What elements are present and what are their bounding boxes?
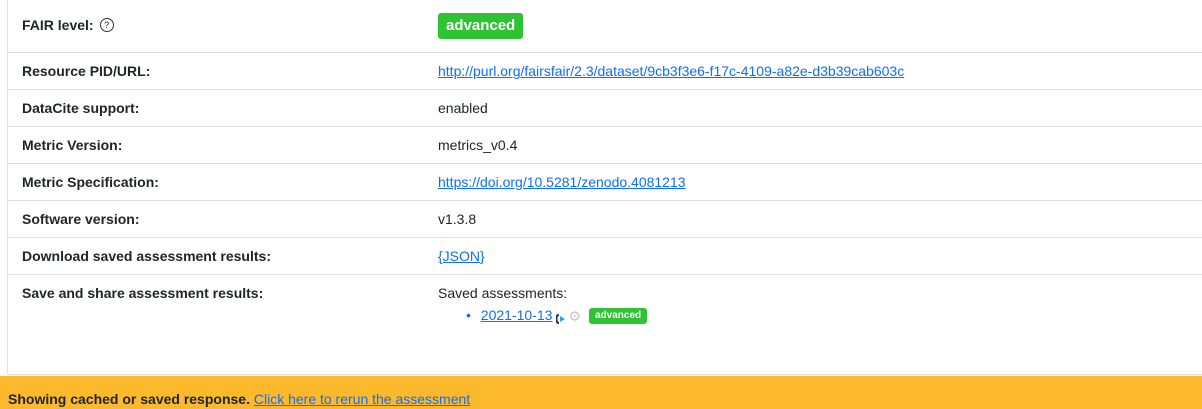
metric-version-label: Metric Version: (8, 126, 438, 164)
metric-spec-link[interactable]: https://doi.org/10.5281/zenodo.4081213 (438, 174, 686, 190)
metric-spec-label: Metric Specification: (8, 163, 438, 201)
datacite-value: enabled (438, 89, 1202, 127)
banner-text: Showing cached or saved response. (8, 391, 250, 407)
saved-assessments-list: 2021-10-13 ⚙ advanced (438, 305, 1202, 326)
table-row: Metric Specification: https://doi.org/10… (8, 163, 1202, 201)
json-download-link[interactable]: {JSON} (438, 248, 485, 264)
download-label: Download saved assessment results: (8, 237, 438, 275)
table-row: Metric Version: metrics_v0.4 (8, 126, 1202, 164)
fair-level-label: FAIR level: (22, 17, 94, 33)
pid-label: Resource PID/URL: (8, 52, 438, 90)
rerun-assessment-link[interactable]: Click here to rerun the assessment (254, 391, 470, 407)
list-item: 2021-10-13 ⚙ advanced (478, 305, 1202, 326)
software-version-label: Software version: (8, 200, 438, 238)
table-row: Download saved assessment results: {JSON… (8, 237, 1202, 275)
metric-version-value: metrics_v0.4 (438, 126, 1202, 164)
fair-level-badge: advanced (438, 13, 524, 40)
saved-assessment-badge: advanced (588, 308, 648, 325)
software-version-value: v1.3.8 (438, 200, 1202, 238)
help-icon[interactable]: ? (99, 18, 114, 33)
saved-assessment-date-link[interactable]: 2021-10-13 (481, 307, 553, 323)
table-row: Resource PID/URL: http://purl.org/fairsf… (8, 52, 1202, 90)
gear-icon[interactable]: ⚙ (568, 306, 581, 326)
assessment-info-table: FAIR level:? advanced Resource PID/URL: … (8, 0, 1202, 375)
pid-link[interactable]: http://purl.org/fairsfair/2.3/dataset/9c… (438, 63, 904, 79)
table-row: Save and share assessment results: Saved… (8, 274, 1202, 375)
table-row: DataCite support: enabled (8, 89, 1202, 127)
edit-icon[interactable] (554, 310, 566, 325)
table-row: Software version: v1.3.8 (8, 200, 1202, 238)
cached-response-banner: Showing cached or saved response. Click … (0, 376, 1202, 409)
table-row: FAIR level:? advanced (8, 0, 1202, 53)
datacite-label: DataCite support: (8, 89, 438, 127)
save-share-label: Save and share assessment results: (8, 274, 438, 375)
saved-assessments-heading: Saved assessments: (438, 285, 568, 301)
assessment-results-panel: FAIR level:? advanced Resource PID/URL: … (0, 0, 1202, 409)
